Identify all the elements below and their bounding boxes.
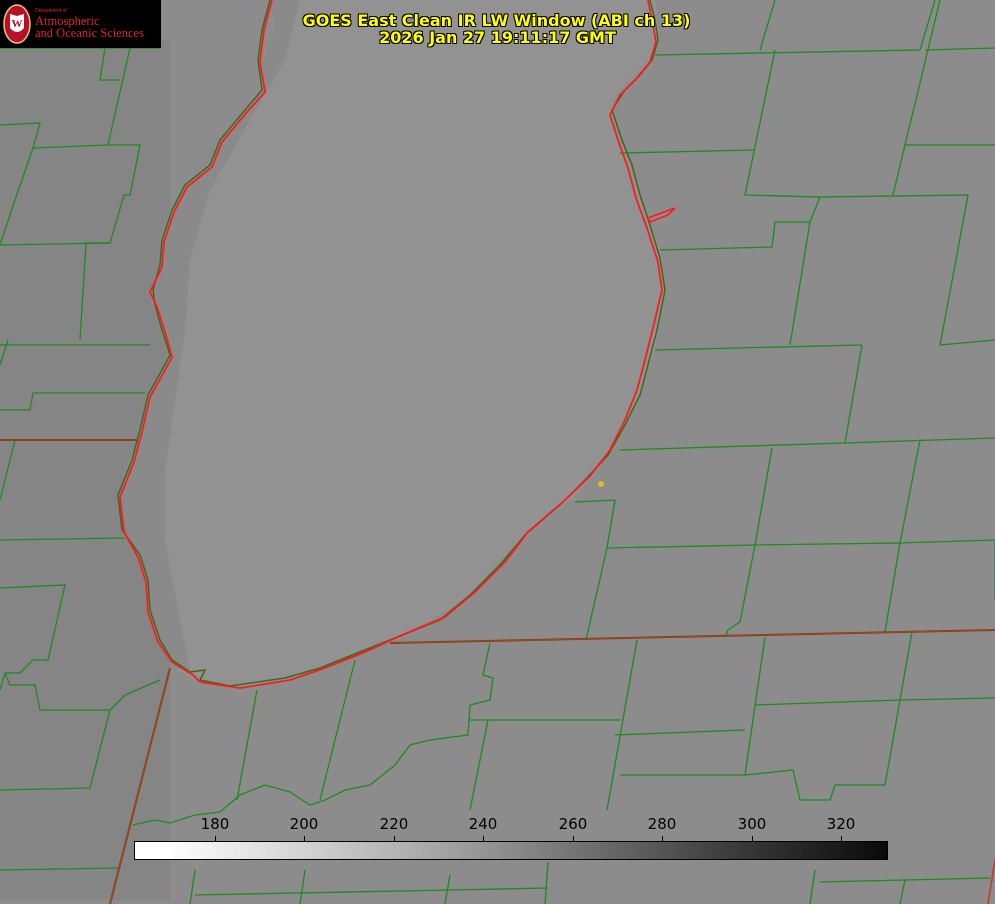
tick-label: 260: [558, 815, 588, 833]
tick-label: 300: [737, 815, 767, 833]
tick-label: 240: [468, 815, 498, 833]
satellite-map: [0, 0, 995, 904]
title-line-1: GOES East Clean IR LW Window (ABI ch 13): [302, 11, 691, 30]
title-line-2: 2026 Jan 27 19:11:17 GMT: [379, 28, 616, 47]
tick-label: 280: [647, 815, 677, 833]
image-title: GOES East Clean IR LW Window (ABI ch 13)…: [0, 12, 995, 46]
location-marker: [598, 481, 604, 487]
tick-label: 200: [289, 815, 319, 833]
temperature-colorbar: [134, 841, 888, 860]
tick-label: 180: [200, 815, 230, 833]
tick-label: 220: [379, 815, 409, 833]
tick-label: 320: [826, 815, 856, 833]
